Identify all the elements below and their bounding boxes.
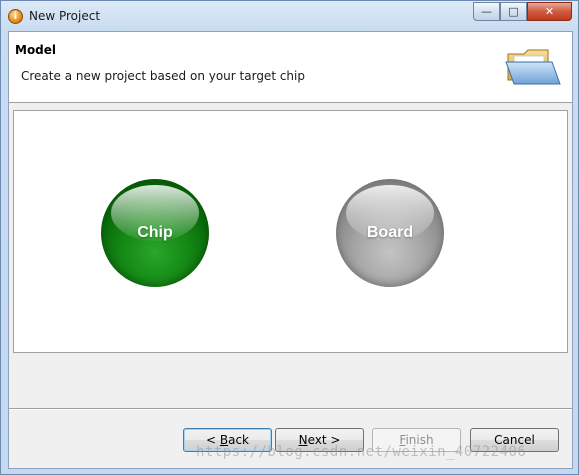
- maximize-icon: □: [508, 5, 519, 18]
- close-icon: ✕: [544, 5, 555, 18]
- board-label: Board: [366, 224, 414, 241]
- chip-option-button[interactable]: Chip: [101, 179, 209, 287]
- close-button[interactable]: ✕: [527, 2, 572, 21]
- dialog-client-area: Model Create a new project based on your…: [8, 31, 573, 469]
- info-icon: i: [8, 9, 23, 24]
- wizard-header: Model Create a new project based on your…: [9, 32, 572, 103]
- page-title: Model: [15, 43, 57, 57]
- watermark-text: https://blog.csdn.net/weixin_40722406: [196, 444, 527, 460]
- minimize-icon: —: [481, 5, 492, 18]
- project-type-panel: Chip Board: [13, 110, 568, 353]
- board-option-button[interactable]: Board: [336, 179, 444, 287]
- caption-buttons: — □ ✕: [473, 2, 572, 22]
- page-description: Create a new project based on your targe…: [21, 69, 305, 83]
- new-project-window: i New Project — □ ✕ Model Create a new p…: [0, 0, 579, 475]
- window-title: New Project: [29, 9, 101, 23]
- folder-icon: [505, 49, 561, 85]
- maximize-button[interactable]: □: [500, 2, 527, 21]
- minimize-button[interactable]: —: [473, 2, 500, 21]
- button-bar-divider: [9, 408, 572, 410]
- chip-label: Chip: [137, 224, 173, 241]
- title-bar[interactable]: i New Project — □ ✕: [1, 1, 578, 31]
